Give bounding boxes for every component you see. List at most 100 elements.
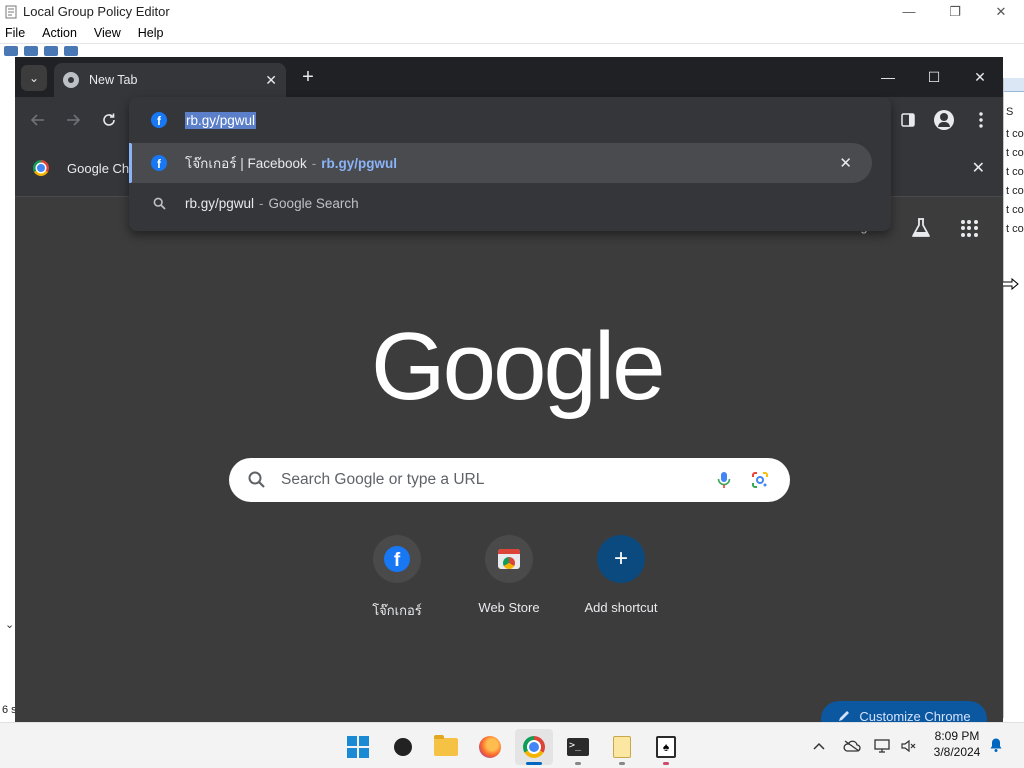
- address-bar[interactable]: f rb.gy/pgwul: [129, 97, 891, 143]
- search-icon: [151, 195, 167, 211]
- address-bar-text[interactable]: rb.gy/pgwul: [185, 111, 257, 129]
- customize-chrome-button[interactable]: Customize Chrome: [821, 701, 987, 722]
- firefox-button[interactable]: [471, 729, 509, 765]
- chrome-taskbar-button[interactable]: [515, 729, 553, 765]
- notification-bell-icon[interactable]: [988, 737, 1004, 753]
- show-hide-icon[interactable]: [64, 46, 78, 56]
- shortcut-icon-bg: f: [373, 535, 421, 583]
- volume-muted-icon: [901, 739, 916, 753]
- shortcut-icon-bg: +: [597, 535, 645, 583]
- tab-title: New Tab: [89, 73, 138, 87]
- more-vertical-icon: [979, 112, 983, 128]
- facebook-icon: f: [151, 112, 167, 128]
- up-icon[interactable]: [44, 46, 58, 56]
- gpe-detail-pane: S t co t co t co t co t co t co: [1003, 78, 1024, 718]
- notepad-icon: [613, 736, 631, 758]
- google-apps-button[interactable]: [957, 216, 981, 240]
- forward-icon[interactable]: [24, 46, 38, 56]
- google-lens-icon[interactable]: [750, 470, 770, 490]
- gpe-titlebar: Local Group Policy Editor: [0, 0, 1024, 23]
- network-button[interactable]: [874, 723, 892, 768]
- close-icon[interactable]: ✕: [972, 158, 985, 178]
- minimize-button[interactable]: —: [865, 57, 911, 97]
- gpe-title: Local Group Policy Editor: [23, 4, 170, 19]
- back-icon[interactable]: [4, 46, 18, 56]
- new-tab-button[interactable]: +: [297, 65, 319, 89]
- add-shortcut-tile[interactable]: + Add shortcut: [565, 535, 677, 615]
- shortcut-label: Web Store: [478, 600, 540, 615]
- terminal-icon: >_: [567, 738, 589, 756]
- microphone-icon[interactable]: [714, 470, 734, 490]
- taskbar: >_ ♠ 8:09 PM 3/8/2024: [0, 722, 1024, 768]
- gpe-detail-text: t co: [1006, 166, 1024, 178]
- flask-icon: [912, 218, 930, 237]
- close-button[interactable]: ✕: [957, 57, 1003, 97]
- show-hidden-icons-button[interactable]: [813, 723, 825, 768]
- gpe-close-button[interactable]: ✕: [978, 0, 1024, 23]
- volume-button[interactable]: [901, 723, 917, 768]
- chrome-icon: [523, 736, 545, 758]
- file-explorer-button[interactable]: [427, 729, 465, 765]
- menu-file[interactable]: File: [5, 26, 25, 40]
- arrow-right-icon: [67, 114, 81, 126]
- search-button[interactable]: [384, 729, 422, 765]
- reload-button[interactable]: [97, 108, 121, 132]
- plus-icon: +: [302, 65, 314, 88]
- menu-action[interactable]: Action: [42, 26, 77, 40]
- labs-button[interactable]: [909, 216, 933, 240]
- solitaire-icon: ♠: [656, 736, 676, 758]
- chevron-down-icon[interactable]: ⌄: [5, 618, 14, 631]
- shortcut-label: โจ๊กเกอร์: [372, 603, 422, 618]
- suggestion-url: rb.gy/pgwul: [321, 155, 398, 171]
- back-button[interactable]: [26, 108, 50, 132]
- tab-search-button[interactable]: ⌄: [21, 65, 47, 91]
- shortcut-tile[interactable]: Web Store: [453, 535, 565, 615]
- bookmark-google-chrome[interactable]: Google Ch: [33, 160, 129, 176]
- forward-button[interactable]: [61, 108, 85, 132]
- active-indicator: [526, 762, 542, 765]
- omnibox-dropdown: f rb.gy/pgwul f โจ๊กเกอร์ | Facebook - r…: [129, 97, 891, 231]
- shortcut-tile[interactable]: f โจ๊กเกอร์: [341, 535, 453, 621]
- network-icon: [874, 739, 890, 753]
- menu-help[interactable]: Help: [138, 26, 164, 40]
- solitaire-button[interactable]: ♠: [647, 729, 685, 765]
- system-clock[interactable]: 8:09 PM 3/8/2024: [922, 728, 992, 760]
- menu-button[interactable]: [969, 108, 993, 132]
- search-icon: [248, 471, 265, 488]
- shortcut-icon-bg: [485, 535, 533, 583]
- suggestion-title: โจ๊กเกอร์ | Facebook: [185, 156, 307, 171]
- terminal-button[interactable]: >_: [559, 729, 597, 765]
- facebook-icon: f: [384, 546, 410, 572]
- chrome-icon: [33, 160, 49, 176]
- side-panel-button[interactable]: [896, 108, 920, 132]
- running-indicator: [663, 762, 669, 765]
- profile-button[interactable]: [932, 108, 956, 132]
- chevron-up-icon: [813, 742, 825, 750]
- chrome-window-controls: — ☐ ✕: [865, 57, 1003, 97]
- gpe-detail-text: t co: [1006, 128, 1024, 140]
- maximize-button[interactable]: ☐: [911, 57, 957, 97]
- facebook-icon: f: [151, 155, 167, 171]
- suggestion-separator: -: [259, 195, 264, 211]
- menu-view[interactable]: View: [94, 26, 121, 40]
- suggestion-google-search[interactable]: rb.gy/pgwul - Google Search: [129, 183, 872, 223]
- avatar: [934, 110, 954, 130]
- tab-new-tab[interactable]: New Tab ✕: [54, 63, 286, 97]
- close-tab-icon[interactable]: ✕: [265, 72, 277, 89]
- start-button[interactable]: [339, 729, 377, 765]
- reload-icon: [103, 113, 115, 126]
- gpe-detail-text: t co: [1006, 185, 1024, 197]
- running-indicator: [575, 762, 581, 765]
- onedrive-button[interactable]: [843, 723, 861, 768]
- gpe-maximize-button[interactable]: ❐: [932, 0, 978, 23]
- remove-suggestion-icon[interactable]: ✕: [839, 154, 852, 172]
- suggestion-facebook[interactable]: f โจ๊กเกอร์ | Facebook - rb.gy/pgwul ✕: [129, 143, 872, 183]
- clock-date: 3/8/2024: [933, 745, 981, 759]
- gpe-minimize-button[interactable]: —: [886, 0, 932, 23]
- gpe-toolbar: [0, 44, 1024, 58]
- search-placeholder: Search Google or type a URL: [281, 471, 485, 488]
- ntp-search-box[interactable]: Search Google or type a URL: [229, 458, 790, 502]
- notepad-button[interactable]: [603, 729, 641, 765]
- plus-icon: +: [613, 545, 628, 572]
- running-indicator: [619, 762, 625, 765]
